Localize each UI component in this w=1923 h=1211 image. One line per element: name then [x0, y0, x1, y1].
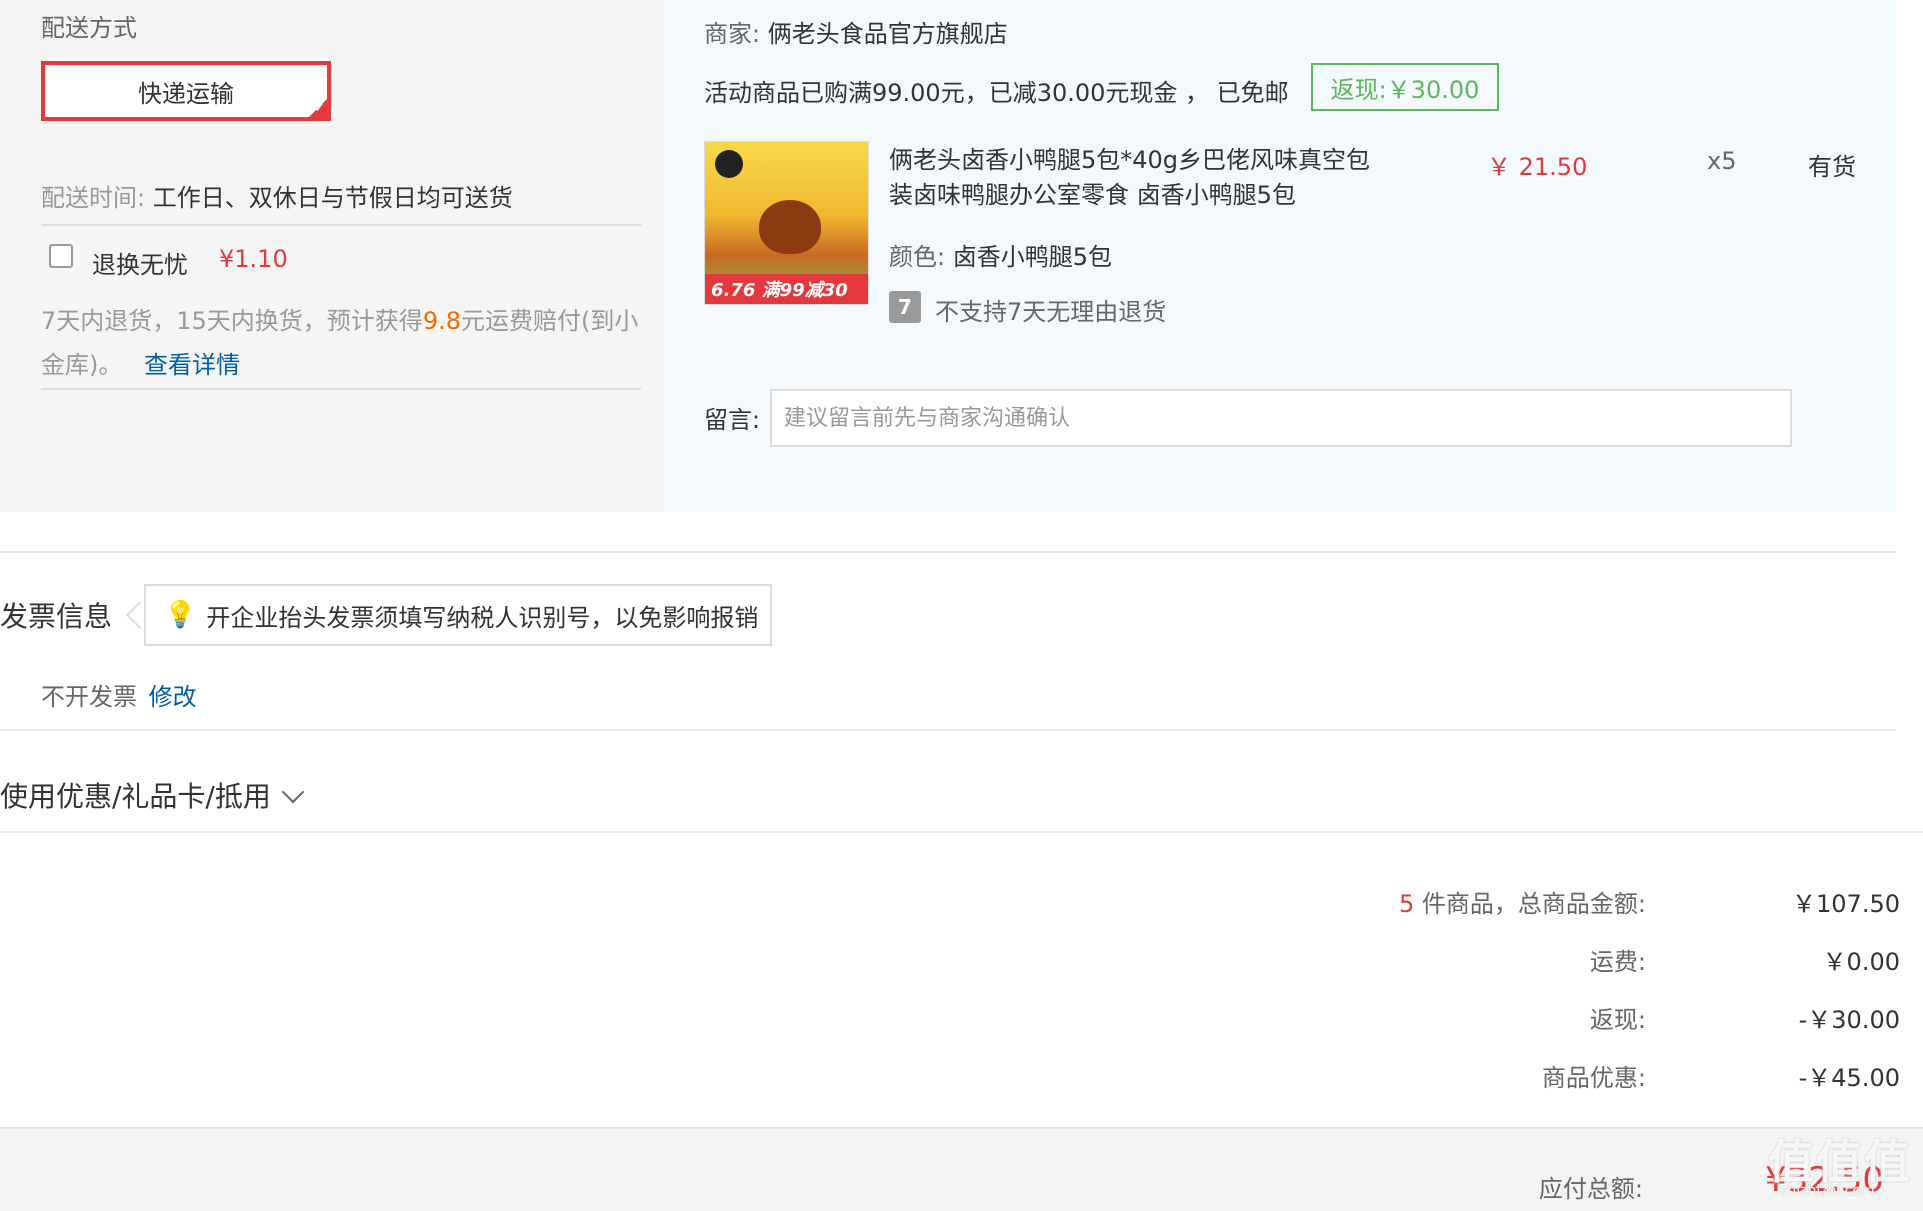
cashback-summary-value: -￥30.00	[1798, 1006, 1900, 1034]
delivery-time-row: 配送时间: 工作日、双休日与节假日均可送货	[41, 178, 513, 213]
insurance-description: 7天内退货，15天内换货，预计获得9.8元运费赔付(到小 金库)。 查看详情	[41, 299, 641, 387]
delivery-section-label: 配送方式	[41, 14, 137, 42]
product-image-badge: 6.76 满99减30	[705, 274, 868, 304]
merchant-label: 商家:	[704, 20, 761, 48]
color-value: 卤香小鸭腿5包	[952, 243, 1113, 271]
no-return-icon: 7	[889, 291, 921, 323]
promo-text: 活动商品已购满99.00元，已减30.00元现金 ， 已免邮	[704, 79, 1289, 107]
goods-total-label: 5 件商品，总商品金额:	[1246, 884, 1646, 919]
note-input[interactable]	[770, 389, 1792, 447]
insurance-desc-text: 金库)。	[41, 351, 123, 379]
note-label: 留言:	[704, 406, 761, 434]
invoice-tip: 💡 开企业抬头发票须填写纳税人识别号，以免影响报销	[144, 584, 772, 646]
cashback-label: 返现:	[1330, 75, 1387, 104]
item-count: 5	[1398, 890, 1415, 918]
section-divider	[0, 551, 1896, 553]
lightbulb-icon: 💡	[164, 600, 197, 630]
invoice-status: 不开发票	[41, 683, 137, 711]
shipping-label: 运费:	[1589, 948, 1646, 976]
product-title-line: 俩老头卤香小鸭腿5包*40g乡巴佬风味真空包	[889, 146, 1371, 174]
insurance-price: ¥1.10	[219, 245, 288, 273]
invoice-title: 发票信息	[0, 600, 113, 633]
payable-label: 应付总额:	[1538, 1175, 1643, 1203]
coupon-title: 使用优惠/礼品卡/抵用	[0, 780, 271, 813]
insurance-desc-text: 元运费赔付(到小	[460, 307, 639, 335]
coupon-toggle[interactable]: 使用优惠/礼品卡/抵用	[0, 775, 305, 815]
insurance-desc-amount: 9.8	[422, 307, 461, 335]
cashback-badge: 返现: ￥30.00	[1311, 63, 1499, 111]
divider	[41, 388, 641, 390]
cashback-summary-label: 返现:	[1589, 1006, 1646, 1034]
insurance-label: 退换无忧	[92, 251, 188, 279]
delivery-time-value: 工作日、双休日与节假日均可送货	[152, 184, 513, 212]
brand-logo-icon	[715, 150, 743, 178]
color-label: 颜色:	[889, 243, 946, 271]
section-divider	[0, 729, 1896, 731]
checkmark-icon: ✓	[314, 101, 325, 116]
insurance-checkbox[interactable]	[49, 244, 73, 268]
cashback-value: ￥30.00	[1386, 75, 1480, 104]
no-return-icon-text: 7	[898, 295, 912, 319]
discount-label: 商品优惠:	[1541, 1064, 1646, 1092]
section-divider	[0, 831, 1923, 833]
divider	[41, 224, 641, 226]
product-title-line: 装卤味鸭腿办公室零食 卤香小鸭腿5包	[889, 181, 1296, 209]
product-quantity: x5	[1707, 147, 1737, 175]
product-title-link[interactable]: 俩老头卤香小鸭腿5包*40g乡巴佬风味真空包 装卤味鸭腿办公室零食 卤香小鸭腿5…	[889, 143, 1409, 213]
view-details-link[interactable]: 查看详情	[144, 351, 240, 379]
product-color-row: 颜色: 卤香小鸭腿5包	[889, 237, 1112, 272]
merchant-row: 商家: 俩老头食品官方旗舰店	[704, 14, 1008, 49]
invoice-status-row: 不开发票 修改	[41, 677, 197, 712]
watermark-url: zhizhizhi.com	[1780, 1183, 1875, 1199]
product-stock: 有货	[1808, 153, 1856, 181]
chevron-down-icon	[281, 780, 305, 804]
product-image[interactable]: 6.76 满99减30	[704, 141, 869, 305]
discount-value: -￥45.00	[1798, 1064, 1900, 1092]
return-policy-text: 不支持7天无理由退货	[935, 298, 1167, 326]
product-price: ￥ 21.50	[1487, 153, 1588, 181]
invoice-edit-link[interactable]: 修改	[149, 683, 197, 711]
invoice-tip-text: 开企业抬头发票须填写纳税人识别号，以免影响报销	[206, 603, 759, 632]
delivery-time-label: 配送时间:	[41, 184, 146, 212]
merchant-name: 俩老头食品官方旗舰店	[767, 20, 1008, 48]
goods-total-value: ￥107.50	[1792, 890, 1900, 918]
duck-leg-image	[759, 200, 821, 254]
express-shipping-option[interactable]: 快递运输 ✓	[41, 61, 331, 121]
item-count-suffix: 件商品，总商品金额:	[1421, 890, 1646, 918]
express-shipping-label: 快递运输	[138, 79, 234, 108]
shipping-value: ￥0.00	[1822, 948, 1900, 976]
insurance-desc-text: 7天内退货，15天内换货，预计获得	[41, 307, 423, 335]
